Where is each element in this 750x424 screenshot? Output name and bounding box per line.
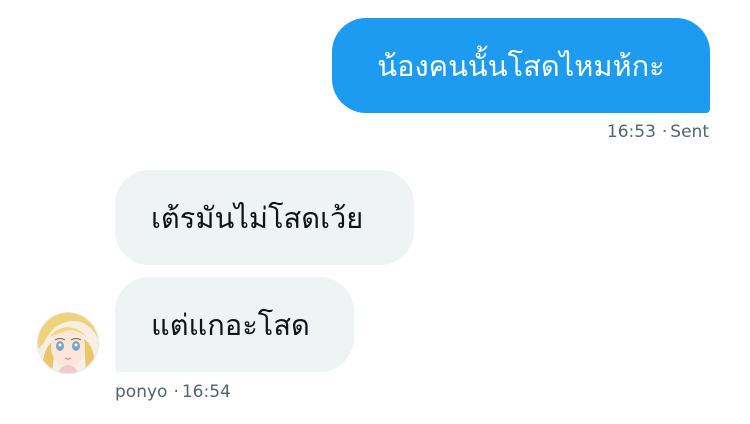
received-message-meta: ponyo · 16:54 <box>115 382 231 402</box>
received-message-text: เต้รมันไม่โสดเว้ย <box>151 200 364 235</box>
received-message-bubble[interactable]: เต้รมันไม่โสดเว้ย <box>115 170 414 265</box>
sender-name: ponyo <box>115 382 168 402</box>
sent-message-bubble[interactable]: น้องคนนั้นโสดไหมห้กะ <box>332 18 710 113</box>
anime-girl-avatar-icon <box>38 313 98 373</box>
received-message-time: 16:54 <box>181 382 231 402</box>
sender-avatar[interactable] <box>38 313 98 373</box>
sent-message-meta: 16:53 · Sent <box>607 122 709 142</box>
sent-message-text: น้องคนนั้นโสดไหมห้กะ <box>377 48 665 83</box>
received-message-bubble[interactable]: แต่แกอะโสด <box>115 277 354 372</box>
meta-separator: · <box>661 122 668 142</box>
meta-separator: · <box>173 382 179 402</box>
sent-message-time: 16:53 <box>606 122 656 142</box>
received-message-text: แต่แกอะโสด <box>151 307 310 342</box>
sent-message-status: Sent <box>670 122 709 142</box>
